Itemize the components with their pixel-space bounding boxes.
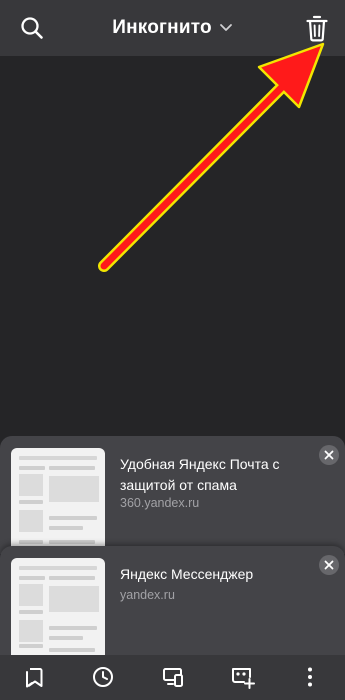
new-incognito-tab-button[interactable] [230,664,256,690]
new-incognito-tab-icon [232,668,255,689]
trash-icon [306,15,328,42]
bookmarks-button[interactable] [21,664,47,690]
chevron-down-icon [219,24,232,31]
close-suggestion-button[interactable] [319,555,339,575]
suggestion-title: Удобная Яндекс Почта с защитой от спама [120,456,280,493]
close-icon [324,560,334,570]
bookmarks-icon [26,668,43,688]
more-vertical-icon [308,667,312,687]
search-icon [21,17,43,39]
suggestion-title: Яндекс Мессенджер [120,566,254,582]
top-bar: Инкогнито [0,0,345,56]
history-icon [93,667,113,687]
close-icon [324,450,334,460]
incognito-mode-selector[interactable]: Инкогнито [112,17,233,39]
devices-button[interactable] [160,664,186,690]
devices-icon [163,668,183,687]
suggestion-url: yandex.ru [120,588,175,602]
suggestion-card[interactable]: Удобная Яндекс Почта с защитой от спама … [0,436,345,554]
suggestion-url: 360.yandex.ru [120,496,200,510]
site-thumbnail [11,558,105,664]
history-button[interactable] [90,664,116,690]
bottom-toolbar [0,655,345,700]
trash-button[interactable] [303,13,331,43]
suggestion-card[interactable]: Яндекс Мессенджер yandex.ru [0,546,345,664]
site-thumbnail [11,448,105,554]
more-button[interactable] [297,664,323,690]
incognito-screen: Инкогнито Удобная Яндекс Почта с защитой… [0,0,345,700]
close-suggestion-button[interactable] [319,445,339,465]
search-button[interactable] [18,14,46,42]
page-title: Инкогнито [112,17,212,38]
